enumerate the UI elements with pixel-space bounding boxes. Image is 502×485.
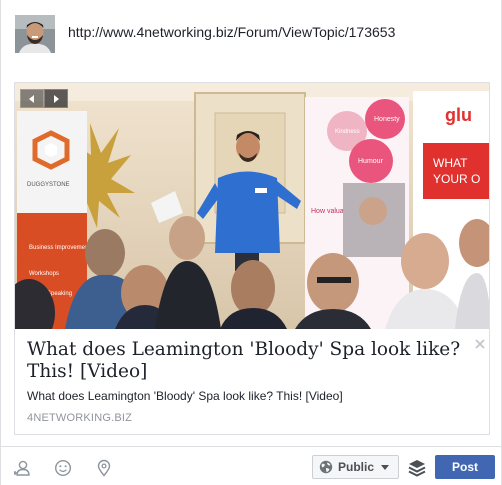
link-preview-image[interactable]: DUGGYSTONE Business Improvement Workshop… — [15, 83, 489, 329]
layers-icon — [408, 460, 426, 477]
carousel-prev-button[interactable] — [20, 89, 44, 108]
location-pin-icon — [97, 459, 111, 477]
post-composer: http://www.4networking.biz/Forum/ViewTop… — [0, 0, 502, 485]
post-button[interactable]: Post — [435, 455, 495, 479]
banner-brand: DUGGYSTONE — [27, 182, 70, 188]
preview-description: What does Leamington 'Bloody' Spa look l… — [27, 389, 343, 403]
tag-friends-icon — [13, 460, 30, 476]
link-preview-card[interactable]: DUGGYSTONE Business Improvement Workshop… — [14, 82, 490, 435]
banner-item: Workshops — [29, 271, 59, 277]
composer-url-text[interactable]: http://www.4networking.biz/Forum/ViewTop… — [68, 24, 395, 40]
audience-label: Public — [338, 460, 375, 474]
bubble-label: Honesty — [374, 116, 400, 123]
close-icon — [475, 339, 485, 349]
carousel-controls — [20, 89, 68, 108]
banner-logo: glu — [445, 105, 472, 125]
preview-domain: 4NETWORKING.BIZ — [27, 412, 133, 424]
smiley-icon — [54, 459, 72, 477]
avatar — [15, 15, 55, 53]
globe-icon — [319, 460, 333, 474]
preview-title[interactable]: What does Leamington 'Bloody' Spa look l… — [27, 339, 467, 383]
carousel-next-button[interactable] — [44, 89, 68, 108]
caret-down-icon — [381, 464, 390, 470]
chevron-right-icon — [54, 94, 59, 103]
feeling-button[interactable] — [54, 459, 72, 477]
remove-preview-button[interactable] — [475, 336, 485, 349]
post-to-button[interactable] — [407, 458, 427, 478]
tag-friends-button[interactable] — [13, 459, 32, 477]
banner-tag: YOUR O — [433, 172, 480, 186]
banner-item: Business Improvement — [29, 245, 90, 251]
bubble-label: Humour — [358, 158, 384, 165]
banner-tag: WHAT — [433, 156, 468, 170]
composer-footer: Public Post — [1, 446, 501, 485]
audience-selector[interactable]: Public — [312, 455, 399, 479]
bubble-label: Kindness — [335, 129, 360, 135]
chevron-left-icon — [29, 94, 34, 103]
check-in-button[interactable] — [95, 459, 113, 477]
